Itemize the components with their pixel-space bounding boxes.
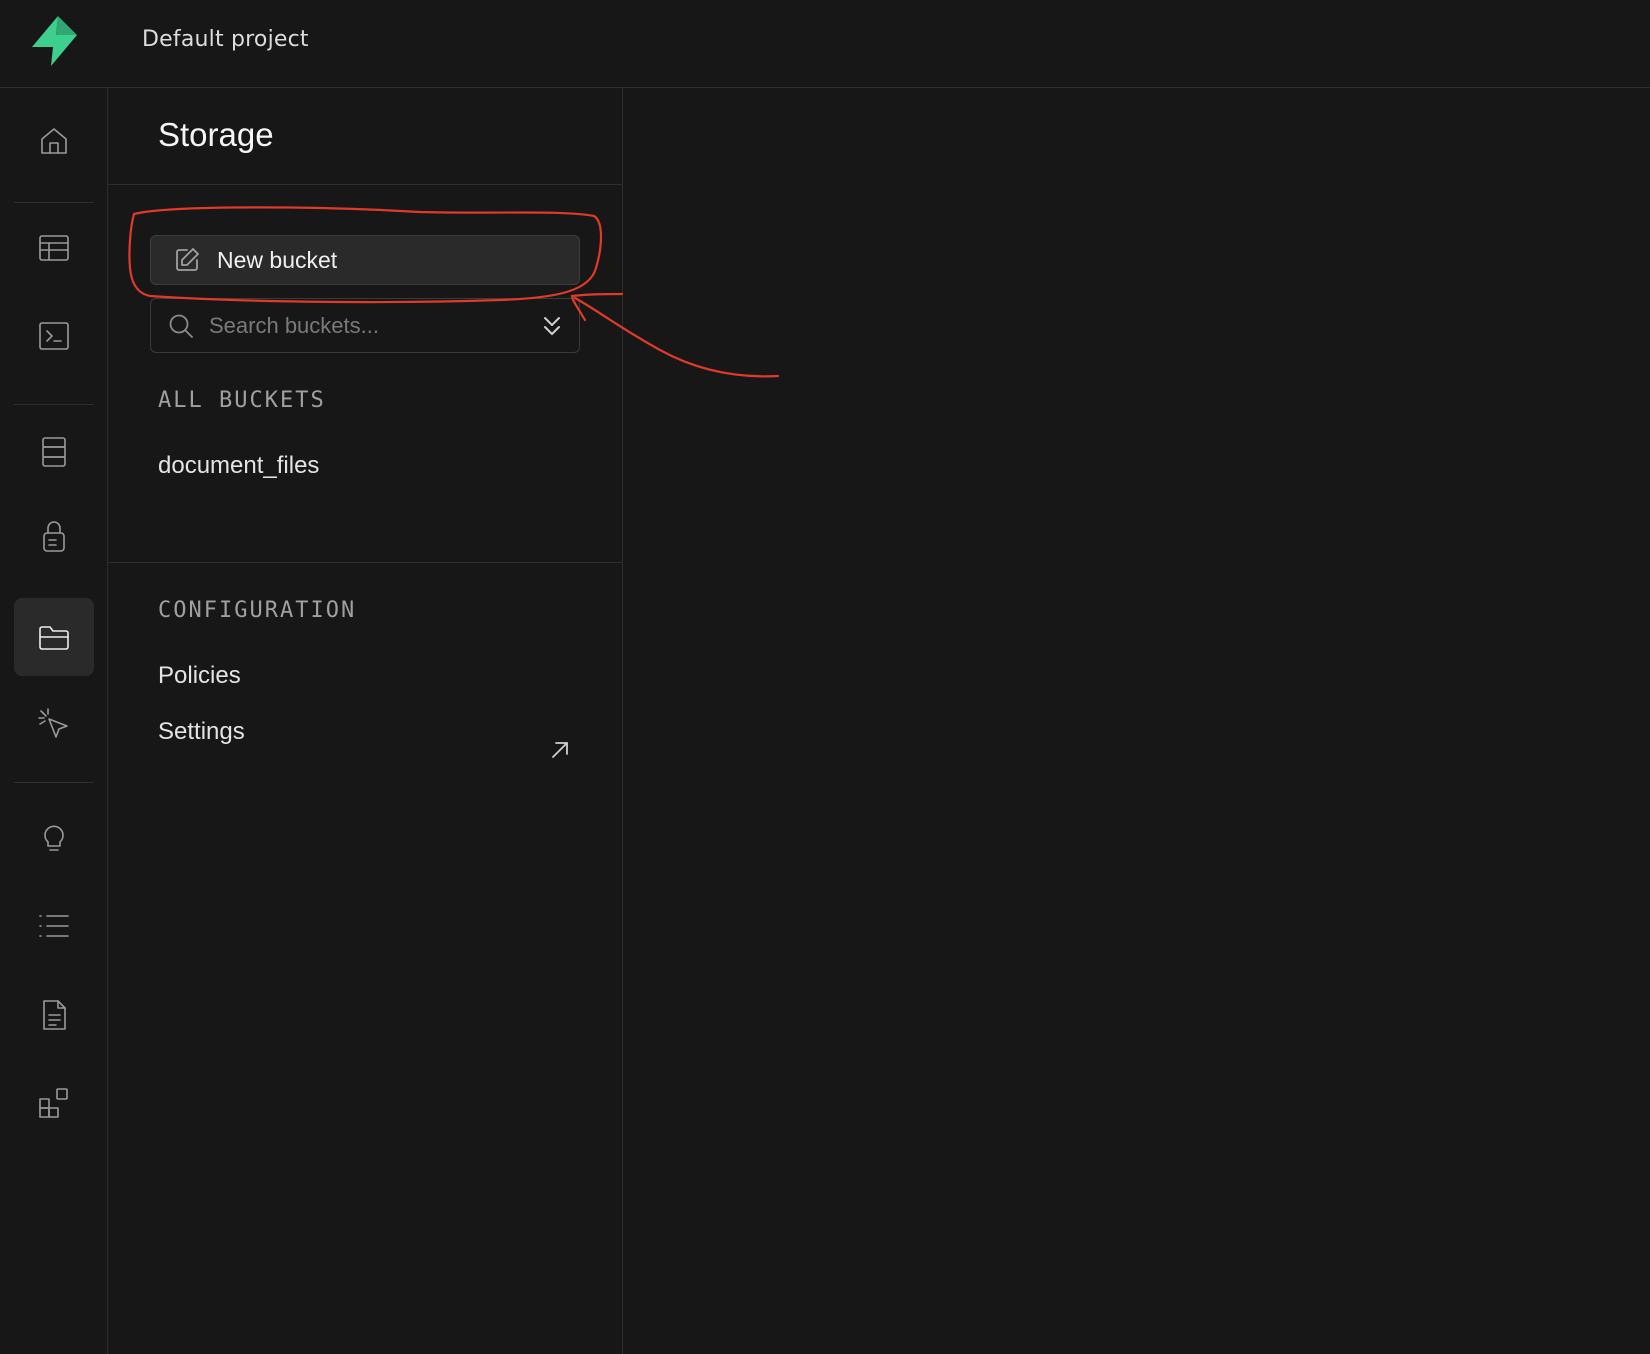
policies-link[interactable]: Policies: [158, 662, 241, 690]
supabase-logo-icon[interactable]: [28, 14, 80, 68]
storage-side-panel: Storage New bucket ALL BUCKETS document_…: [108, 88, 623, 1354]
api-docs-icon: [43, 1000, 66, 1030]
configuration-heading: CONFIGURATION: [158, 598, 357, 623]
new-bucket-label: New bucket: [217, 246, 338, 273]
nav-table-editor[interactable]: [14, 209, 94, 287]
database-icon: [42, 437, 66, 467]
settings-link[interactable]: Settings: [158, 718, 245, 746]
search-icon: [167, 312, 195, 340]
chevrons-up-down-icon[interactable]: [539, 313, 565, 339]
realtime-icon: [38, 708, 68, 738]
nav-api-docs[interactable]: [14, 976, 94, 1054]
table-editor-icon: [39, 235, 69, 261]
nav-realtime[interactable]: [14, 685, 94, 763]
external-link-icon[interactable]: [548, 738, 572, 762]
nav-integrations[interactable]: [14, 1064, 94, 1142]
primary-nav-rail: [0, 88, 108, 1354]
advisors-icon: [44, 825, 64, 851]
nav-database[interactable]: [14, 413, 94, 491]
panel-divider: [108, 562, 622, 563]
search-buckets-field[interactable]: [150, 298, 580, 353]
sql-editor-icon: [39, 322, 69, 350]
nav-authentication[interactable]: [14, 498, 94, 576]
project-name[interactable]: Default project: [142, 27, 309, 52]
nav-storage[interactable]: [14, 598, 94, 676]
search-input[interactable]: [207, 311, 539, 340]
nav-sql-editor[interactable]: [14, 297, 94, 375]
panel-header: Storage: [108, 88, 622, 185]
main-content-area: [623, 88, 1650, 1354]
integrations-icon: [39, 1088, 68, 1118]
page-title: Storage: [158, 116, 274, 153]
top-bar: Default project: [0, 0, 1650, 88]
bucket-item-document-files[interactable]: document_files: [158, 452, 319, 480]
new-bucket-button[interactable]: New bucket: [150, 235, 580, 285]
nav-home[interactable]: [14, 102, 94, 180]
nav-logs[interactable]: [14, 887, 94, 965]
logs-icon: [39, 915, 69, 937]
storage-icon: [39, 626, 69, 650]
edit-icon: [173, 246, 201, 274]
authentication-icon: [43, 521, 65, 552]
all-buckets-heading: ALL BUCKETS: [158, 388, 326, 413]
nav-advisors[interactable]: [14, 799, 94, 877]
home-icon: [41, 128, 67, 154]
